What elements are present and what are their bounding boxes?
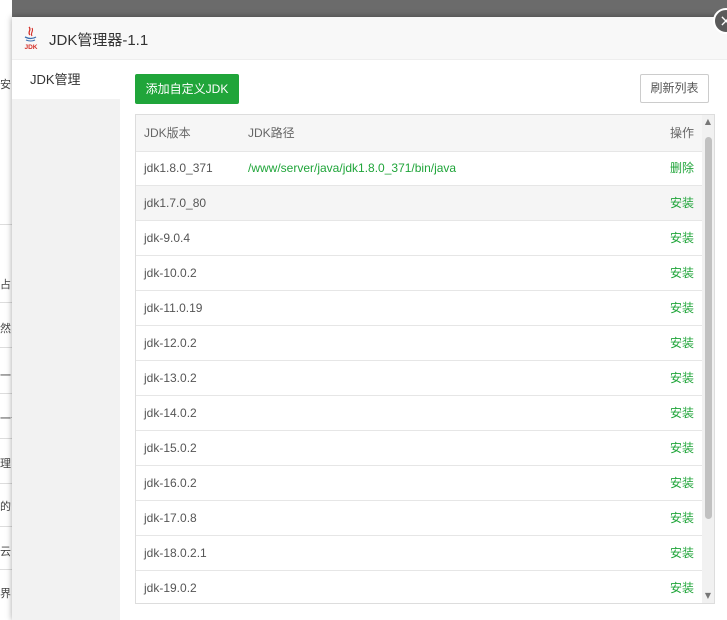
jdk-version: jdk-16.0.2: [144, 476, 197, 490]
jdk-manager-dialog: JDK JDK管理器-1.1 × JDK管理 添加自定义JDK 刷新列表 JDK…: [12, 8, 727, 620]
bg-divider: [0, 438, 12, 439]
bg-divider: [0, 526, 12, 527]
bg-fragment: 云: [0, 546, 11, 558]
bg-fragment: 占: [0, 279, 11, 291]
bg-divider: [0, 569, 12, 570]
table-row: jdk1.7.0_80 安装: [136, 186, 704, 221]
column-header-version: JDK版本: [144, 126, 191, 140]
jdk-version: jdk-15.0.2: [144, 441, 197, 455]
table-header: JDK版本 JDK路径 操作: [136, 115, 704, 152]
column-header-action: 操作: [669, 126, 694, 140]
bg-fragment: 一个: [0, 413, 12, 425]
java-logo-icon: JDK: [24, 26, 38, 51]
jdk-version: jdk-12.0.2: [144, 336, 197, 350]
dialog-title: JDK管理器-1.1: [49, 32, 149, 49]
jdk-version: jdk-19.0.2: [144, 581, 197, 595]
install-button[interactable]: 安装: [670, 361, 694, 395]
logo-text: JDK: [24, 44, 37, 51]
close-icon: ×: [719, 11, 727, 30]
install-button[interactable]: 安装: [670, 291, 694, 325]
table-row: jdk-10.0.2 安装: [136, 256, 704, 291]
bg-fragment: 界: [0, 588, 11, 600]
jdk-version: jdk1.7.0_80: [144, 196, 207, 210]
sidebar-item-jdk-manage[interactable]: JDK管理: [12, 60, 120, 99]
table-row: jdk-13.0.2 安装: [136, 361, 704, 396]
add-custom-jdk-button[interactable]: 添加自定义JDK: [135, 74, 239, 104]
bg-divider: [0, 347, 12, 348]
bg-divider: [0, 224, 12, 225]
install-button[interactable]: 安装: [670, 466, 694, 500]
install-button[interactable]: 安装: [670, 431, 694, 465]
scroll-thumb[interactable]: [705, 137, 712, 519]
install-button[interactable]: 安装: [670, 186, 694, 220]
table-row: jdk-16.0.2 安装: [136, 466, 704, 501]
jdk-path: /www/server/java/jdk1.8.0_371/bin/java: [248, 161, 457, 175]
install-button[interactable]: 安装: [670, 571, 694, 603]
column-header-path: JDK路径: [248, 126, 295, 140]
bg-divider: [0, 483, 12, 484]
jdk-version: jdk-18.0.2.1: [144, 546, 207, 560]
sidebar: JDK管理: [12, 60, 120, 620]
scroll-down-arrow-icon[interactable]: ▼: [702, 589, 714, 603]
scroll-up-arrow-icon[interactable]: ▲: [702, 115, 714, 129]
install-button[interactable]: 安装: [670, 396, 694, 430]
delete-button[interactable]: 删除: [670, 151, 694, 185]
table-row: jdk-17.0.8 安装: [136, 501, 704, 536]
table-row: jdk-11.0.19 安装: [136, 291, 704, 326]
bg-fragment: 理: [0, 458, 11, 470]
table-row: jdk-15.0.2 安装: [136, 431, 704, 466]
table-row: jdk-14.0.2 安装: [136, 396, 704, 431]
jdk-version: jdk-11.0.19: [144, 301, 203, 315]
jdk-version: jdk-14.0.2: [144, 406, 197, 420]
table-row: jdk-18.0.2.1 安装: [136, 536, 704, 571]
bg-fragment: 的: [0, 501, 11, 513]
bg-fragment: 然: [0, 323, 11, 335]
install-button[interactable]: 安装: [670, 501, 694, 535]
refresh-list-button[interactable]: 刷新列表: [640, 74, 709, 103]
table-row: jdk-12.0.2 安装: [136, 326, 704, 361]
install-button[interactable]: 安装: [670, 221, 694, 255]
table-row: jdk1.8.0_371 /www/server/java/jdk1.8.0_3…: [136, 151, 704, 186]
jdk-version: jdk-13.0.2: [144, 371, 197, 385]
bg-divider: [0, 393, 12, 394]
install-button[interactable]: 安装: [670, 326, 694, 360]
dialog-titlebar[interactable]: JDK JDK管理器-1.1: [12, 17, 727, 60]
jdk-table: JDK版本 JDK路径 操作 jdk1.8.0_371 /www/server/…: [135, 114, 715, 604]
table-row: jdk-19.0.2 安装: [136, 571, 704, 603]
jdk-version: jdk1.8.0_371: [144, 161, 213, 175]
jdk-version: jdk-17.0.8: [144, 511, 197, 525]
bg-fragment: 一: [0, 370, 11, 382]
jdk-version: jdk-10.0.2: [144, 266, 197, 280]
background-page: 安 占 然 一 一个 理 的 云 界: [0, 0, 12, 620]
bg-fragment: 安: [0, 79, 11, 91]
table-scrollbar[interactable]: ▲ ▼: [702, 115, 714, 603]
install-button[interactable]: 安装: [670, 256, 694, 290]
install-button[interactable]: 安装: [670, 536, 694, 570]
bg-divider: [0, 302, 12, 303]
jdk-version: jdk-9.0.4: [144, 231, 191, 245]
table-row: jdk-9.0.4 安装: [136, 221, 704, 256]
